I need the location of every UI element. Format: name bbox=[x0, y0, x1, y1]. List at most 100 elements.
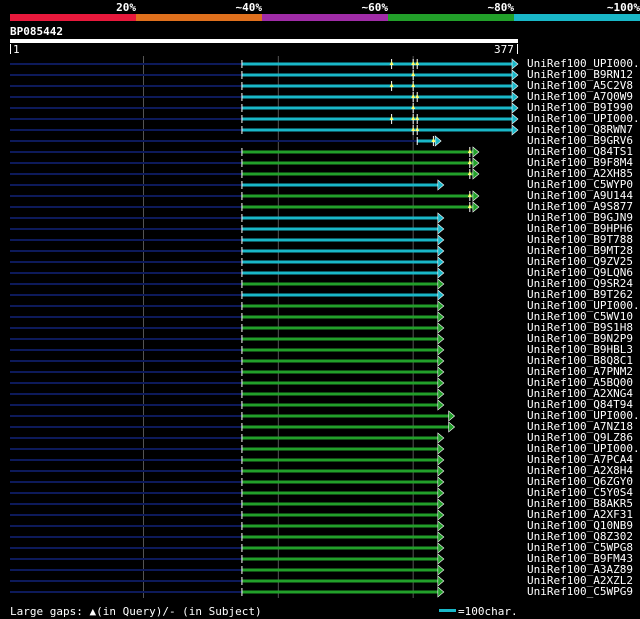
hit-row[interactable] bbox=[10, 575, 445, 587]
hit-row[interactable] bbox=[10, 124, 519, 136]
arrowhead bbox=[437, 344, 445, 356]
hit-row[interactable] bbox=[10, 564, 445, 576]
hit-row[interactable] bbox=[10, 212, 445, 224]
arrowhead bbox=[437, 322, 445, 334]
arrowhead bbox=[437, 520, 445, 532]
hit-row[interactable] bbox=[10, 553, 445, 565]
arrowhead bbox=[437, 234, 445, 246]
arrowhead bbox=[437, 256, 445, 268]
arrowhead bbox=[437, 399, 445, 411]
arrowhead bbox=[437, 564, 445, 576]
arrowhead bbox=[437, 366, 445, 378]
arrowhead bbox=[448, 421, 456, 433]
hit-row[interactable] bbox=[10, 157, 480, 169]
hit-row[interactable] bbox=[10, 454, 445, 466]
arrowhead bbox=[434, 135, 442, 147]
scale-bar-text: =100char. bbox=[458, 605, 518, 618]
hit-row[interactable] bbox=[10, 344, 445, 356]
hit-row[interactable] bbox=[10, 278, 445, 290]
hit-row[interactable] bbox=[10, 520, 445, 532]
arrowhead bbox=[437, 300, 445, 312]
arrowhead bbox=[437, 212, 445, 224]
arrowhead bbox=[437, 377, 445, 389]
arrowhead bbox=[437, 388, 445, 400]
arrowhead bbox=[472, 157, 480, 169]
hit-label-link[interactable]: UniRef100_C5WPG9 bbox=[527, 586, 633, 597]
arrowhead bbox=[437, 245, 445, 257]
arrowhead bbox=[437, 443, 445, 455]
hit-row[interactable] bbox=[10, 487, 445, 499]
hit-row[interactable] bbox=[10, 498, 445, 510]
hit-row[interactable] bbox=[10, 443, 445, 455]
hit-row[interactable] bbox=[10, 69, 519, 81]
hit-row[interactable] bbox=[10, 399, 445, 411]
arrowhead bbox=[437, 487, 445, 499]
hit-row[interactable] bbox=[10, 388, 445, 400]
hit-row[interactable] bbox=[10, 223, 445, 235]
hit-row[interactable] bbox=[10, 542, 445, 554]
hit-row[interactable] bbox=[10, 300, 445, 312]
hit-row[interactable] bbox=[10, 410, 456, 422]
hit-row[interactable] bbox=[10, 179, 445, 191]
hit-row[interactable] bbox=[10, 102, 519, 114]
hit-row[interactable] bbox=[10, 135, 442, 147]
hit-row[interactable] bbox=[10, 432, 445, 444]
arrowhead bbox=[511, 69, 519, 81]
hit-row[interactable] bbox=[10, 377, 445, 389]
large-gaps-legend: Large gaps: ▲(in Query)/- (in Subject) bbox=[10, 605, 262, 618]
arrowhead bbox=[437, 289, 445, 301]
arrowhead bbox=[511, 58, 519, 70]
arrowhead bbox=[511, 80, 519, 92]
arrowhead bbox=[511, 91, 519, 103]
hit-row[interactable] bbox=[10, 421, 456, 433]
hit-row[interactable] bbox=[10, 267, 445, 279]
arrowhead bbox=[472, 190, 480, 202]
arrowhead bbox=[472, 201, 480, 213]
arrowhead bbox=[437, 531, 445, 543]
arrowhead bbox=[437, 575, 445, 587]
arrowhead bbox=[448, 410, 456, 422]
arrowhead bbox=[472, 168, 480, 180]
hit-row[interactable] bbox=[10, 322, 445, 334]
arrowhead bbox=[437, 465, 445, 477]
hit-row[interactable] bbox=[10, 91, 519, 103]
hit-row[interactable] bbox=[10, 333, 445, 345]
hit-row[interactable] bbox=[10, 58, 519, 70]
arrowhead bbox=[437, 476, 445, 488]
arrowhead bbox=[472, 146, 480, 158]
hit-row[interactable] bbox=[10, 113, 519, 125]
hit-row[interactable] bbox=[10, 245, 445, 257]
arrowhead bbox=[437, 553, 445, 565]
hit-row[interactable] bbox=[10, 289, 445, 301]
arrowhead bbox=[437, 498, 445, 510]
arrowhead bbox=[437, 509, 445, 521]
arrowhead bbox=[437, 432, 445, 444]
hit-row[interactable] bbox=[10, 465, 445, 477]
hit-row[interactable] bbox=[10, 586, 445, 598]
arrowhead bbox=[437, 223, 445, 235]
arrowhead bbox=[511, 102, 519, 114]
arrowhead bbox=[511, 124, 519, 136]
arrowhead bbox=[437, 542, 445, 554]
scale-bar-sample bbox=[439, 609, 456, 612]
hit-row[interactable] bbox=[10, 311, 445, 323]
hit-row[interactable] bbox=[10, 355, 445, 367]
arrowhead bbox=[437, 355, 445, 367]
arrowhead bbox=[437, 278, 445, 290]
hit-row[interactable] bbox=[10, 190, 480, 202]
hit-row[interactable] bbox=[10, 476, 445, 488]
hit-row[interactable] bbox=[10, 146, 480, 158]
hit-row[interactable] bbox=[10, 509, 445, 521]
hit-row[interactable] bbox=[10, 234, 445, 246]
arrowhead bbox=[437, 333, 445, 345]
arrowhead bbox=[437, 311, 445, 323]
hit-row[interactable] bbox=[10, 366, 445, 378]
hit-row[interactable] bbox=[10, 168, 480, 180]
hit-row[interactable] bbox=[10, 201, 480, 213]
arrowhead bbox=[511, 113, 519, 125]
arrowhead bbox=[437, 454, 445, 466]
hit-row[interactable] bbox=[10, 531, 445, 543]
hit-row[interactable] bbox=[10, 80, 519, 92]
arrowhead bbox=[437, 179, 445, 191]
hit-row[interactable] bbox=[10, 256, 445, 268]
